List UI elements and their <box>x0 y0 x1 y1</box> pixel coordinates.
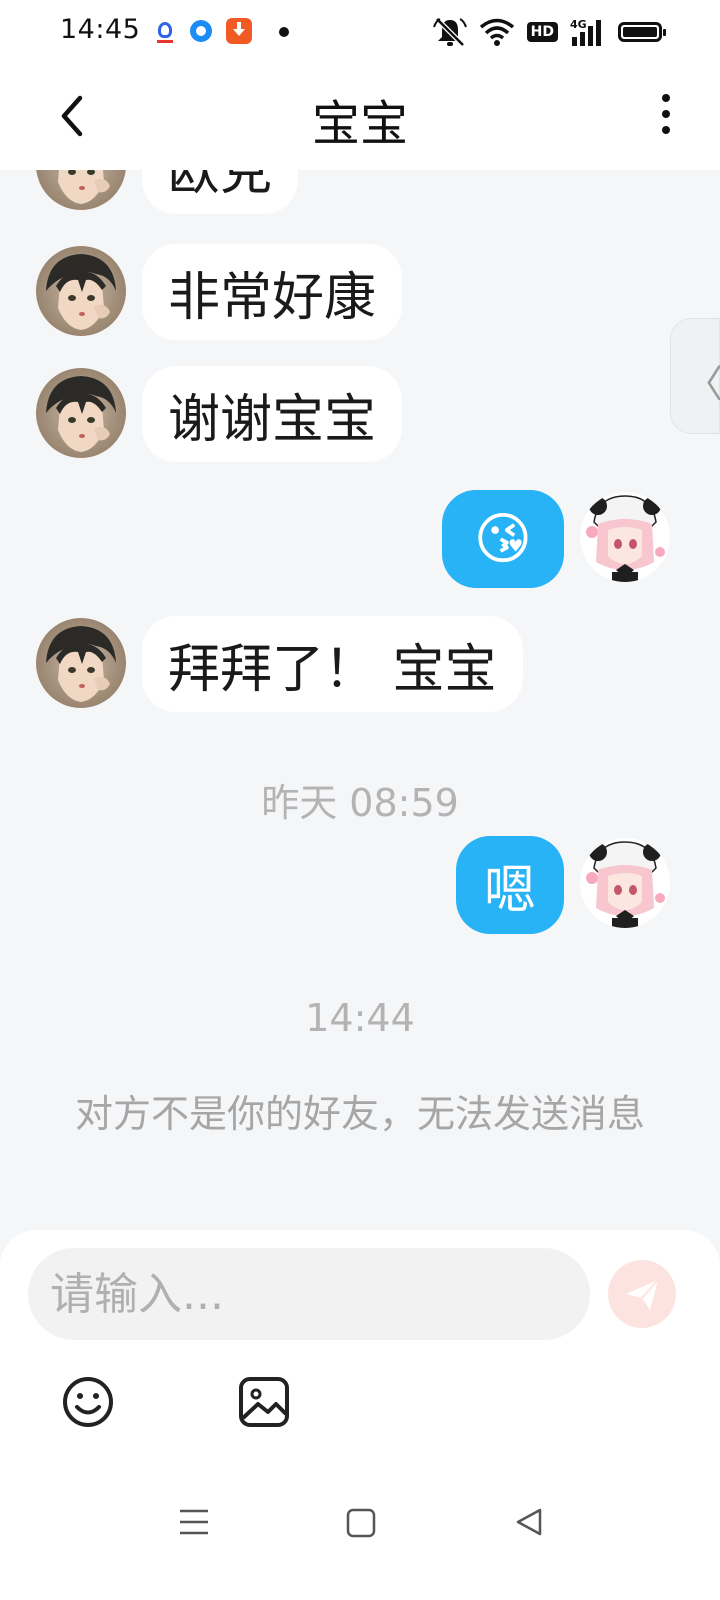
more-vertical-icon <box>662 94 670 102</box>
hd-badge: HD <box>526 22 558 42</box>
message-input[interactable] <box>28 1248 590 1340</box>
image-picture-icon <box>239 1377 289 1427</box>
more-options-button[interactable] <box>656 94 676 140</box>
emoji-smile-icon <box>63 1377 113 1427</box>
send-button[interactable] <box>608 1260 676 1328</box>
incoming-message-bubble[interactable]: 欧克 <box>142 170 299 214</box>
timestamp-separator: 14:44 <box>305 996 415 1040</box>
wifi-icon <box>479 18 514 46</box>
incoming-message-bubble[interactable]: 谢谢宝宝 <box>142 366 403 462</box>
chevron-left-handle-icon: 〈 <box>685 362 720 406</box>
mute-bell-icon <box>432 17 467 47</box>
notification-dot <box>279 27 289 37</box>
emoji-button[interactable] <box>60 1374 116 1430</box>
back-triangle-icon <box>516 1508 542 1536</box>
chat-header: 宝宝 <box>0 64 720 170</box>
battery-icon <box>618 22 666 42</box>
menu-icon <box>180 1509 208 1535</box>
4g-signal-icon: 4G <box>570 18 601 46</box>
nav-back-button[interactable] <box>510 1502 550 1542</box>
chat-title: 宝宝 <box>311 96 408 152</box>
network-label: 4G <box>570 18 587 31</box>
contact-avatar[interactable] <box>36 368 126 458</box>
composer-panel <box>0 1230 720 1600</box>
nav-menu-button[interactable] <box>174 1502 214 1542</box>
send-paper-plane-icon <box>626 1279 659 1310</box>
status-time: 14:45 <box>60 14 141 45</box>
download-app-icon <box>226 18 252 44</box>
status-bar: 14:45 HD 4G <box>0 0 720 64</box>
incoming-message-bubble[interactable]: 拜拜了！ 宝宝 <box>142 616 523 712</box>
status-indicators: HD 4G <box>432 16 666 48</box>
contact-avatar[interactable] <box>36 170 126 210</box>
timestamp-separator: 昨天 08:59 <box>261 781 459 825</box>
outgoing-message-bubble[interactable]: 😘 <box>442 490 564 588</box>
my-avatar[interactable] <box>580 838 670 928</box>
baidu-app-icon <box>152 18 178 44</box>
my-avatar[interactable] <box>580 492 670 582</box>
contact-avatar[interactable] <box>36 618 126 708</box>
nav-home-button[interactable] <box>340 1502 380 1542</box>
chat-message-list[interactable]: 欧克 非常好康 谢谢宝宝 😘 拜拜了！ 宝宝 昨天 08:59 嗯 14:44 … <box>0 170 720 1230</box>
outgoing-message-bubble[interactable]: 嗯 <box>456 836 564 934</box>
blue-circle-app-icon <box>188 18 214 44</box>
contact-avatar[interactable] <box>36 246 126 336</box>
system-notice: 对方不是你的好友，无法发送消息 <box>74 1092 645 1136</box>
incoming-message-bubble[interactable]: 非常好康 <box>142 244 403 340</box>
home-square-icon <box>346 1508 376 1538</box>
image-picker-button[interactable] <box>236 1374 292 1430</box>
side-panel-handle[interactable]: 〈 <box>670 318 720 434</box>
system-navigation-bar <box>0 1482 720 1562</box>
